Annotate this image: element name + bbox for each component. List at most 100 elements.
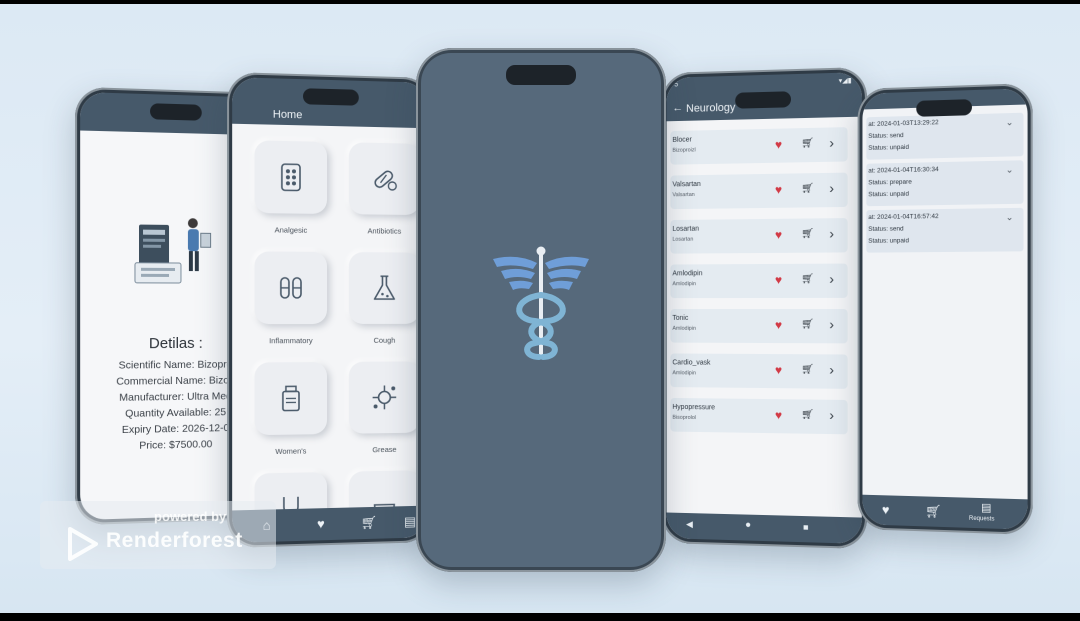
item-name: Valsartan (672, 181, 700, 188)
requests-nav-icon[interactable]: ▤ (404, 514, 416, 530)
phone-notch (150, 103, 202, 121)
recents-nav-icon[interactable]: ■ (803, 522, 808, 532)
cart-nav-icon[interactable]: 🛒︎ (361, 515, 377, 531)
cart-icon[interactable]: 🛒︎ (801, 319, 814, 331)
payment-status: Status: unpaid (868, 237, 909, 244)
item-subtitle: Amlodipin (672, 281, 696, 287)
chevron-right-icon[interactable]: › (829, 361, 834, 377)
list-title: Neurology (686, 102, 735, 115)
orders-bottom-nav: ♥ 🛒︎ ▤ Requests (862, 495, 1027, 530)
category-label: Inflammatory (245, 336, 336, 345)
payment-status: Status: unpaid (868, 144, 909, 152)
battery-icon: ▾◢▮ (839, 76, 852, 84)
capsules-icon (275, 272, 307, 304)
home-nav-icon[interactable]: ● (745, 520, 751, 531)
category-womens[interactable] (255, 362, 327, 435)
item-name: Cardio_vask (672, 359, 710, 366)
watermark-brand: Renderforest (106, 529, 243, 553)
item-subtitle: Bizoproizl (672, 147, 695, 153)
item-subtitle: Losartan (672, 237, 693, 243)
cart-icon[interactable]: 🛒︎ (801, 228, 814, 240)
phone-notch (303, 88, 359, 105)
list-item[interactable]: Blocer Bizoproizl ♥ 🛒︎ › (670, 127, 847, 165)
order-card[interactable]: at: 2024-01-03T13:29:22 Status: send Sta… (866, 113, 1023, 160)
cart-icon[interactable]: 🛒︎ (801, 274, 814, 286)
orders-screen: at: 2024-01-03T13:29:22 Status: send Sta… (862, 88, 1027, 529)
category-inflammatory[interactable] (255, 251, 327, 324)
list-item[interactable]: Hypopressure Bisoprolol ♥ 🛒︎ › (670, 398, 847, 434)
phone-notch (735, 91, 791, 108)
item-subtitle: Valsartan (672, 192, 694, 198)
chevron-right-icon[interactable]: › (829, 225, 834, 241)
cart-icon[interactable]: 🛒︎ (801, 183, 814, 195)
chevron-right-icon[interactable]: › (829, 407, 834, 423)
heart-icon[interactable]: ♥ (775, 273, 782, 287)
list-item[interactable]: Losartan Losartan ♥ 🛒︎ › (670, 218, 847, 254)
back-arrow-icon[interactable]: ← (672, 102, 683, 114)
requests-nav-label[interactable]: Requests (969, 516, 995, 523)
medicine-bottle-icon (275, 382, 307, 415)
favorites-nav-icon[interactable]: ♥ (882, 502, 890, 518)
heart-icon[interactable]: ♥ (775, 408, 782, 422)
play-logo-icon (64, 525, 100, 563)
cart-icon[interactable]: 🛒︎ (801, 138, 814, 150)
category-cough[interactable] (349, 252, 420, 324)
requests-nav-icon[interactable]: ▤ (981, 500, 991, 516)
heart-icon[interactable]: ♥ (775, 318, 782, 332)
phone-categories: Home Analgesic Antibiotics Inflammatory … (227, 72, 432, 548)
heart-icon[interactable]: ♥ (775, 228, 782, 242)
item-name: Amlodipin (672, 270, 702, 277)
order-card[interactable]: at: 2024-01-04T16:57:42 Status: send Sta… (866, 208, 1023, 253)
item-subtitle: Amlodipin (672, 326, 696, 332)
heart-icon[interactable]: ♥ (775, 183, 782, 197)
category-label: Women's (245, 446, 336, 457)
cart-icon[interactable]: 🛒︎ (801, 409, 814, 421)
list-screen: 5 ▾◢▮ ← Neurology Blocer Bizoproizl ♥ 🛒︎… (667, 72, 862, 544)
phone-notch (506, 65, 576, 85)
category-analgesic[interactable] (255, 140, 327, 214)
item-name: Blocer (672, 137, 691, 144)
chevron-down-icon[interactable]: ⌄ (1006, 117, 1014, 128)
phone-notch (916, 99, 972, 117)
capsule-icon (369, 163, 400, 195)
renderforest-watermark: powered by Renderforest (40, 501, 276, 569)
phone-orders: at: 2024-01-03T13:29:22 Status: send Sta… (858, 83, 1033, 535)
list-item[interactable]: Cardio_vask Amlodipin ♥ 🛒︎ › (670, 353, 847, 388)
splash-screen (421, 53, 661, 567)
category-label: Analgesic (245, 225, 336, 235)
chevron-right-icon[interactable]: › (829, 271, 834, 287)
chevron-right-icon[interactable]: › (829, 134, 834, 150)
watermark-powered-by: powered by (154, 509, 226, 524)
cart-icon[interactable]: 🛒︎ (801, 364, 814, 376)
category-label: Cough (340, 336, 427, 345)
order-status: Status: prepare (868, 179, 911, 187)
heart-icon[interactable]: ♥ (775, 138, 782, 152)
status-time: 5 (674, 81, 678, 88)
list-item[interactable]: Amlodipin Amlodipin ♥ 🛒︎ › (670, 264, 847, 299)
promo-stage: Detilas : Scientific Name: Bizopro Comme… (0, 4, 1080, 613)
home-title: Home (273, 109, 303, 122)
back-nav-icon[interactable]: ◀ (686, 519, 693, 530)
cart-nav-icon[interactable]: 🛒︎ (925, 503, 941, 519)
pill-pack-icon (275, 161, 307, 194)
list-item[interactable]: Tonic Amlodipin ♥ 🛒︎ › (670, 309, 847, 343)
system-nav-bar: ◀ ● ■ (667, 513, 862, 544)
chevron-down-icon[interactable]: ⌄ (1006, 165, 1014, 176)
virus-icon (369, 381, 400, 413)
heart-icon[interactable]: ♥ (775, 363, 782, 377)
chevron-right-icon[interactable]: › (829, 316, 834, 332)
chevron-down-icon[interactable]: ⌄ (1006, 212, 1014, 223)
item-subtitle: Amlodipin (672, 370, 696, 376)
flask-icon (369, 272, 400, 304)
item-subtitle: Bisoprolol (672, 415, 696, 421)
chevron-right-icon[interactable]: › (829, 180, 834, 196)
phone-list: 5 ▾◢▮ ← Neurology Blocer Bizoproizl ♥ 🛒︎… (662, 67, 867, 549)
order-card[interactable]: at: 2024-01-04T16:30:34 Status: prepare … (866, 160, 1023, 206)
categories-screen: Home Analgesic Antibiotics Inflammatory … (232, 77, 427, 543)
caduceus-logo-icon (483, 239, 599, 369)
category-antibiotics[interactable] (349, 142, 420, 215)
order-status: Status: send (868, 132, 903, 140)
list-item[interactable]: Valsartan Valsartan ♥ 🛒︎ › (670, 173, 847, 210)
category-grease[interactable] (349, 361, 420, 433)
favorites-nav-icon[interactable]: ♥ (317, 516, 325, 532)
